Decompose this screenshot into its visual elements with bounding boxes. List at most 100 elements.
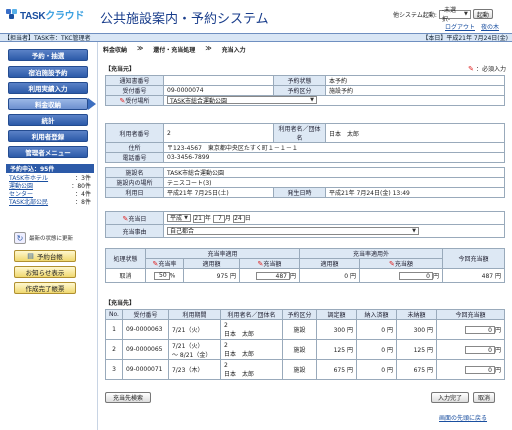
search-destination-button[interactable]: 充当先検索	[105, 392, 151, 403]
col-no: No.	[105, 309, 123, 320]
close-link[interactable]: 夜の木	[481, 22, 499, 31]
user-no-value: 2	[163, 123, 274, 143]
allot-date-label: ✎充当日	[105, 211, 164, 225]
proc-value: 取消	[105, 268, 146, 283]
place-label: ✎受付場所	[105, 95, 164, 106]
menu-admin[interactable]: 管理者メニュー	[8, 146, 88, 158]
col-paid: 納入済額	[355, 309, 397, 320]
month-input[interactable]: 7	[212, 214, 225, 223]
reservation-ledger-button[interactable]: ▤ 予約台帳	[14, 250, 76, 262]
operator-info: 【担当者】TASK市：TKC管理者	[4, 35, 91, 42]
report-button[interactable]: 作成完了帳票	[14, 282, 76, 294]
table-row: 3 09-0000071 7/23（木） 2 日本 太郎 施設 675 円 0 円…	[105, 359, 506, 380]
allot-input[interactable]: 0	[464, 346, 495, 355]
pen-icon: ✎	[468, 64, 474, 73]
place-select[interactable]: TASK市総合運動公園 ▼	[167, 96, 317, 105]
refresh-icon: ↻	[14, 232, 26, 244]
chevron-down-icon: ▼	[184, 214, 188, 221]
reservation-link[interactable]: 運動公園	[9, 183, 33, 191]
address-label: 住所	[105, 142, 164, 153]
menu-fee-collection[interactable]: 料金収納	[8, 98, 88, 110]
app-title: 公共施設案内・予約システム	[100, 12, 269, 27]
today-date: 【本日】平成21年 7月24日(金)	[422, 35, 508, 42]
room-value: テニスコート(3)	[163, 177, 505, 188]
crumb-fee: 料金収納	[103, 47, 128, 54]
reservation-link[interactable]: TASK市ホテル	[9, 175, 48, 183]
col-period: 利用期間	[167, 309, 221, 320]
year-input[interactable]: 21	[192, 214, 205, 223]
ledger-icon: ▤	[27, 252, 34, 260]
except-apply-label: 適用額	[299, 258, 360, 269]
section-dest-title: 【充当先】	[105, 300, 136, 307]
back-to-top-link[interactable]: 画面の先頭に戻る	[439, 413, 487, 422]
table-row: 1 09-0000063 7/21（火） 2 日本 太郎 施設 300 円 0 円…	[105, 319, 506, 340]
user-no-label: 利用者番号	[105, 123, 164, 143]
rate-input[interactable]: 50	[153, 271, 170, 280]
reservation-table: 通知書番号 予約状態 本予約 受付番号 09-0000074 予約区分 施設予約…	[105, 75, 505, 106]
col-unpaid: 未納額	[395, 309, 437, 320]
crumb-allot-input: 充当入力	[221, 47, 246, 54]
section-source-title: 【充当元】	[105, 66, 136, 73]
issue-date-label: 発生日時	[273, 187, 326, 198]
era-select[interactable]: 平成 ▼	[167, 213, 191, 222]
input-done-button[interactable]: 入力完了	[431, 392, 469, 403]
accept-no-value: 09-0000074	[163, 85, 274, 96]
refresh-label: 最新の状態に更新	[29, 236, 74, 242]
col-allot: 今回充当額	[435, 309, 506, 320]
cancel-button[interactable]: 取消	[473, 392, 495, 403]
list-item: センター ：4件	[9, 191, 91, 199]
chevron-down-icon: ▼	[310, 97, 314, 104]
day-input[interactable]: 24	[232, 214, 245, 223]
issue-date-value: 平成21年 7月24日(金) 13:49	[325, 187, 505, 198]
address-value: 〒123-4567 東京都中央区たすく町１－１－１	[163, 142, 505, 153]
use-date-label: 利用日	[105, 187, 164, 198]
col-assess: 調定額	[315, 309, 357, 320]
crumb-refund: 還付・充当処理	[153, 47, 196, 54]
except-apply-value: 0 円	[299, 268, 360, 283]
except-head: 充当率適用外	[299, 248, 443, 259]
refresh-control[interactable]: ↻ 最新の状態に更新	[14, 232, 73, 244]
col-accept: 受付番号	[121, 309, 169, 320]
user-name-value: 日本 太郎	[325, 123, 505, 143]
facility-label: 施設名	[105, 167, 164, 178]
reservation-link[interactable]: センター	[9, 191, 33, 199]
task-cloud-logo: TASKクラウド	[6, 8, 85, 22]
except-allot-input[interactable]: 0	[398, 272, 433, 281]
room-label: 施設内の場所	[105, 177, 164, 188]
phone-label: 電話番号	[105, 152, 164, 163]
accept-no-label: 受付番号	[105, 85, 164, 96]
system-jump: 他システム起動: -未選択- ▼ 起動	[393, 7, 493, 23]
today-head: 今回充当額	[442, 248, 505, 269]
menu-usage-input[interactable]: 利用実績入力	[8, 82, 88, 94]
list-item: 運動公園 ：80件	[9, 183, 91, 191]
required-note: ✎ ：必須入力	[468, 64, 506, 74]
logo-cloud: クラウド	[45, 10, 85, 22]
list-item: TASK市ホテル ：3件	[9, 175, 91, 183]
reservation-link[interactable]: TASK北部公民	[9, 199, 48, 207]
notice-button[interactable]: お知らせ表示	[14, 266, 76, 278]
menu-reservation-lottery[interactable]: 予約・抽選	[8, 49, 88, 61]
notice-no-value	[163, 75, 274, 86]
apply-head: 充当率適用	[145, 248, 300, 259]
menu-user-registration[interactable]: 利用者登録	[8, 130, 88, 142]
app-header: TASKクラウド 公共施設案内・予約システム 他システム起動: -未選択- ▼ 起…	[0, 0, 512, 33]
facility-table: 施設名 TASK市総合運動公園 施設内の場所 テニスコート(3) 利用日 平成2…	[105, 167, 505, 198]
system-jump-label: 他システム起動:	[393, 11, 437, 19]
active-arrow-icon	[88, 98, 96, 110]
logout-link[interactable]: ログアウト	[445, 22, 475, 31]
allot-input[interactable]: 0	[464, 366, 495, 375]
info-bar: 【担当者】TASK市：TKC管理者 【本日】平成21年 7月24日(金)	[0, 33, 512, 42]
menu-lodging-reservation[interactable]: 宿泊施設予約	[8, 66, 88, 78]
logo-task: TASK	[20, 10, 46, 22]
apply-amt-label: 適用額	[183, 258, 240, 269]
system-jump-select[interactable]: -未選択- ▼	[438, 7, 471, 23]
col-user: 利用者名／団体名	[219, 309, 283, 320]
destination-table: No. 受付番号 利用期間 利用者名／団体名 予約区分 調定額 納入済額 未納額…	[105, 309, 506, 380]
reason-select[interactable]: 自己都合 ▼	[167, 226, 419, 235]
launch-button[interactable]: 起動	[472, 9, 493, 19]
menu-statistics[interactable]: 統計	[8, 114, 88, 126]
allot-amt-input[interactable]: 487	[255, 272, 290, 281]
allot-input[interactable]: 0	[464, 326, 495, 335]
top-links: ログアウト 夜の木	[445, 22, 499, 31]
reservations-head: 予約申込：95件	[6, 164, 94, 173]
